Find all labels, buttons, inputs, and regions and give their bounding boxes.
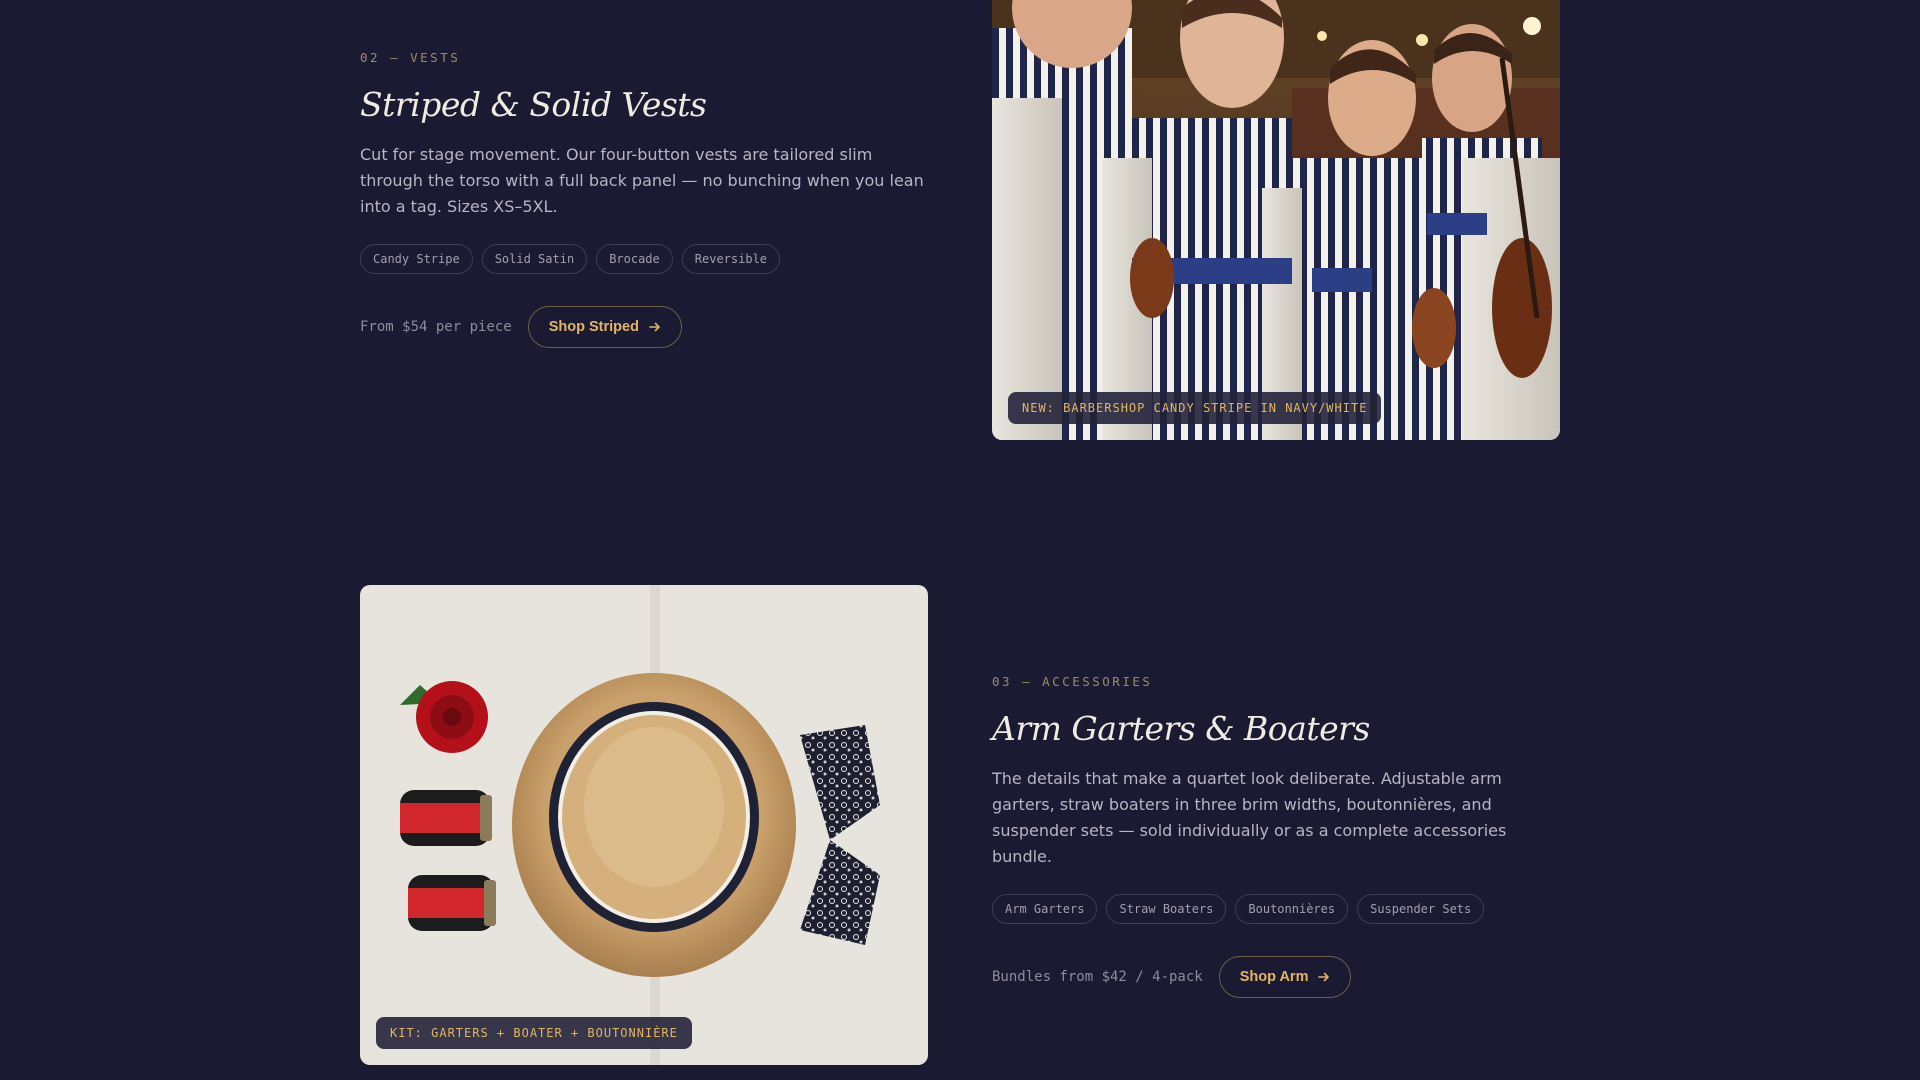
shop-striped-label: Shop Striped [548,319,639,335]
quartet-illustration [992,0,1560,440]
vests-image: NEW: BARBERSHOP CANDY STRIPE IN NAVY/WHI… [992,0,1560,440]
tag-solid-satin[interactable]: Solid Satin [481,244,588,274]
tag-suspender-sets[interactable]: Suspender Sets [1357,894,1485,924]
accessories-flatlay [360,585,928,1065]
vests-section: 02 — VESTS Striped & Solid Vests Cut for… [360,50,940,348]
vests-tag-list: Candy Stripe Solid Satin Brocade Reversi… [360,244,940,274]
vests-cta-row: From $54 per piece Shop Striped [360,306,940,348]
arrow-right-icon [1318,972,1330,982]
arrow-right-icon [649,322,660,332]
tag-reversible[interactable]: Reversible [681,244,781,274]
tag-arm-garters[interactable]: Arm Garters [992,894,1098,924]
accessories-description: The details that make a quartet look del… [992,769,1507,866]
vests-eyebrow: 02 — VESTS [360,50,461,65]
accessories-price: Bundles from $42 / 4-pack [992,969,1203,985]
shop-arm-label: Shop Arm [1239,969,1309,985]
vests-image-caption: NEW: BARBERSHOP CANDY STRIPE IN NAVY/WHI… [1008,392,1382,424]
vests-title: Striped & Solid Vests [360,85,707,124]
accessories-title: Arm Garters & Boaters [992,709,1370,748]
vests-description: Cut for stage movement. Our four-button … [360,145,924,216]
accessories-image: KIT: GARTERS + BOATER + BOUTONNIÈRE [360,585,928,1065]
accessories-cta-row: Bundles from $42 / 4-pack Shop Arm [992,956,1572,998]
shop-arm-button[interactable]: Shop Arm [1218,956,1352,998]
accessories-image-caption: KIT: GARTERS + BOATER + BOUTONNIÈRE [376,1017,692,1049]
tag-straw-boaters[interactable]: Straw Boaters [1106,894,1227,924]
tag-boutonnieres[interactable]: Boutonnières [1235,894,1349,924]
accessories-tag-list: Arm Garters Straw Boaters Boutonnières S… [992,894,1572,924]
tag-brocade[interactable]: Brocade [596,244,673,274]
tag-candy-stripe[interactable]: Candy Stripe [360,244,473,274]
vests-price: From $54 per piece [360,319,512,335]
accessories-section: 03 — ACCESSORIES Arm Garters & Boaters T… [992,674,1572,998]
page: 02 — VESTS Striped & Solid Vests Cut for… [0,0,1920,1080]
accessories-eyebrow: 03 — ACCESSORIES [992,674,1153,689]
shop-striped-button[interactable]: Shop Striped [527,306,682,348]
